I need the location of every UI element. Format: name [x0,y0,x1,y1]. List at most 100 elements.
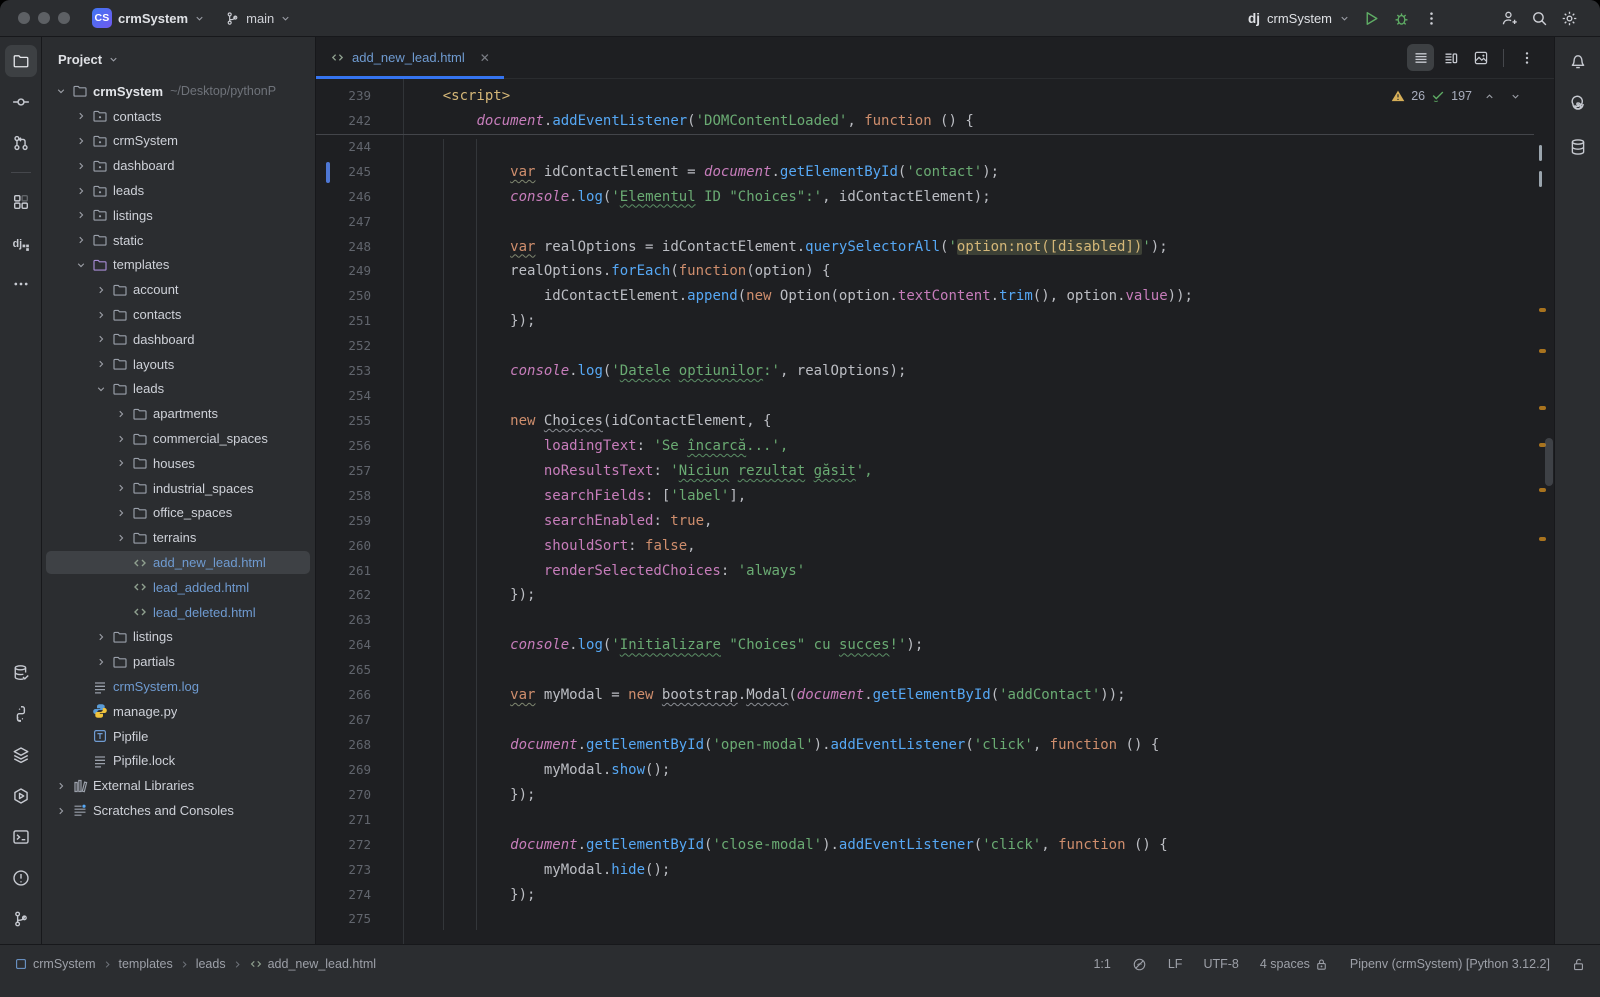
tool-window-button-ai-assistant[interactable] [1562,88,1594,120]
tree-item-listings[interactable]: listings [42,203,315,228]
error-stripe-mark[interactable] [1539,171,1542,187]
code-line-258[interactable]: 258 searchFields: ['label'], [316,484,1534,509]
tool-window-button-database[interactable] [5,657,37,689]
code-line-254[interactable]: 254 [316,384,1534,409]
tool-window-button-terminal[interactable] [5,821,37,853]
code-line-255[interactable]: 255 new Choices(idContactElement, { [316,409,1534,434]
tree-item-lead-added-html[interactable]: lead_added.html [42,575,315,600]
minimize-window-button[interactable] [38,12,50,24]
tree-item-account[interactable]: account [42,277,315,302]
chevron-right-icon[interactable] [92,310,109,320]
tool-window-button-services[interactable] [5,739,37,771]
tree-item-contacts[interactable]: contacts [42,104,315,129]
project-panel-header[interactable]: Project [42,37,315,77]
tree-item-apartments[interactable]: apartments [42,401,315,426]
status-widget-caret-position[interactable]: 1:1 [1093,957,1110,971]
code-line-274[interactable]: 274 }); [316,883,1534,908]
error-stripe-mark[interactable] [1539,488,1546,492]
status-widget-highlight-level[interactable] [1132,957,1147,972]
chevron-down-icon[interactable] [52,86,69,96]
inspections-widget[interactable]: 26 197 [1391,87,1524,105]
code-line-260[interactable]: 260 shouldSort: false, [316,534,1534,559]
error-stripe-mark[interactable] [1539,349,1546,353]
tree-item-terrains[interactable]: terrains [42,525,315,550]
code-line-270[interactable]: 270 }); [316,783,1534,808]
debug-button[interactable] [1386,3,1416,33]
tool-window-button-database-tool[interactable] [1562,131,1594,163]
code-line-264[interactable]: 264 console.log('Initializare "Choices" … [316,633,1534,658]
error-stripe-mark[interactable] [1539,406,1546,410]
code-line-253[interactable]: 253 console.log('Datele optiunilor:', re… [316,359,1534,384]
code-line-268[interactable]: 268 document.getElementById('open-modal'… [316,733,1534,758]
chevron-down-icon[interactable] [92,384,109,394]
chevron-right-icon[interactable] [72,136,89,146]
tree-item-leads[interactable]: leads [42,377,315,402]
previous-problem-button[interactable] [1480,87,1498,105]
chevron-right-icon[interactable] [52,806,69,816]
code-line-263[interactable]: 263 [316,608,1534,633]
tree-item-lead-deleted-html[interactable]: lead_deleted.html [42,600,315,625]
code-line-239[interactable]: 239 <script> [316,84,1534,109]
code-line-256[interactable]: 256 loadingText: 'Se încarcă...', [316,434,1534,459]
maximize-window-button[interactable] [58,12,70,24]
code-with-me-button[interactable] [1494,3,1524,33]
chevron-right-icon[interactable] [92,632,109,642]
status-widget-python-interpreter[interactable]: Pipenv (crmSystem) [Python 3.12.2] [1350,957,1550,971]
tab-add-new-lead[interactable]: add_new_lead.html ✕ [316,37,504,78]
tree-item-office-spaces[interactable]: office_spaces [42,501,315,526]
editor-options-button[interactable] [1513,44,1540,71]
chevron-right-icon[interactable] [72,161,89,171]
more-actions-button[interactable] [1416,3,1446,33]
status-widget-file-encoding[interactable]: UTF-8 [1203,957,1238,971]
code-line-242[interactable]: 242 document.addEventListener('DOMConten… [316,109,1534,134]
chevron-right-icon[interactable] [72,210,89,220]
code-line-247[interactable]: 247 [316,210,1534,235]
tree-item-crmsystem[interactable]: crmSystem~/Desktop/pythonP [42,79,315,104]
code-line-261[interactable]: 261 renderSelectedChoices: 'always' [316,559,1534,584]
vcs-branch-widget[interactable]: main [217,7,299,30]
tree-item-layouts[interactable]: layouts [42,352,315,377]
code-line-251[interactable]: 251 }); [316,309,1534,334]
tree-item-dashboard[interactable]: dashboard [42,327,315,352]
editor-view-button[interactable] [1407,44,1434,71]
tool-window-button-structure[interactable] [5,186,37,218]
next-problem-button[interactable] [1506,87,1524,105]
chevron-right-icon[interactable] [112,458,129,468]
tree-item-listings[interactable]: listings [42,625,315,650]
editor-scrollbar[interactable] [1545,438,1553,486]
tool-window-button-pull-requests[interactable] [5,127,37,159]
tree-item-manage-py[interactable]: manage.py [42,699,315,724]
tree-item-contacts[interactable]: contacts [42,302,315,327]
split-preview-button[interactable] [1437,44,1464,71]
tree-item-dashboard[interactable]: dashboard [42,153,315,178]
code-editor[interactable]: 239 <script>242 document.addEventListene… [316,79,1554,944]
code-line-259[interactable]: 259 searchEnabled: true, [316,509,1534,534]
close-tab-icon[interactable]: ✕ [476,49,494,67]
code-line-244[interactable]: 244 [316,134,1534,160]
breadcrumb-item-add-new-lead-html[interactable]: add_new_lead.html [249,957,376,971]
tree-item-templates[interactable]: templates [42,253,315,278]
chevron-right-icon[interactable] [112,483,129,493]
chevron-right-icon[interactable] [72,235,89,245]
tool-window-button-notifications[interactable] [1562,45,1594,77]
tree-item-external-libraries[interactable]: External Libraries [42,773,315,798]
tool-window-button-more-tools[interactable] [5,268,37,300]
tree-item-industrial-spaces[interactable]: industrial_spaces [42,476,315,501]
tool-window-button-problems[interactable] [5,862,37,894]
chevron-right-icon[interactable] [72,111,89,121]
tool-window-button-run-tool[interactable] [5,780,37,812]
project-widget[interactable]: CS crmSystem [84,4,213,32]
tree-item-leads[interactable]: leads [42,178,315,203]
breadcrumb-item-leads[interactable]: leads [196,957,226,971]
tool-window-button-commit[interactable] [5,86,37,118]
code-line-250[interactable]: 250 idContactElement.append(new Option(o… [316,284,1534,309]
status-widget-line-separator[interactable]: LF [1168,957,1183,971]
tree-item-add-new-lead-html[interactable]: add_new_lead.html [42,550,315,575]
tool-window-button-django-structure[interactable]: dj [5,227,37,259]
tree-item-houses[interactable]: houses [42,451,315,476]
run-configuration-widget[interactable]: dj crmSystem [1242,7,1356,30]
chevron-down-icon[interactable] [72,260,89,270]
chevron-right-icon[interactable] [112,434,129,444]
code-line-271[interactable]: 271 [316,808,1534,833]
chevron-right-icon[interactable] [92,285,109,295]
